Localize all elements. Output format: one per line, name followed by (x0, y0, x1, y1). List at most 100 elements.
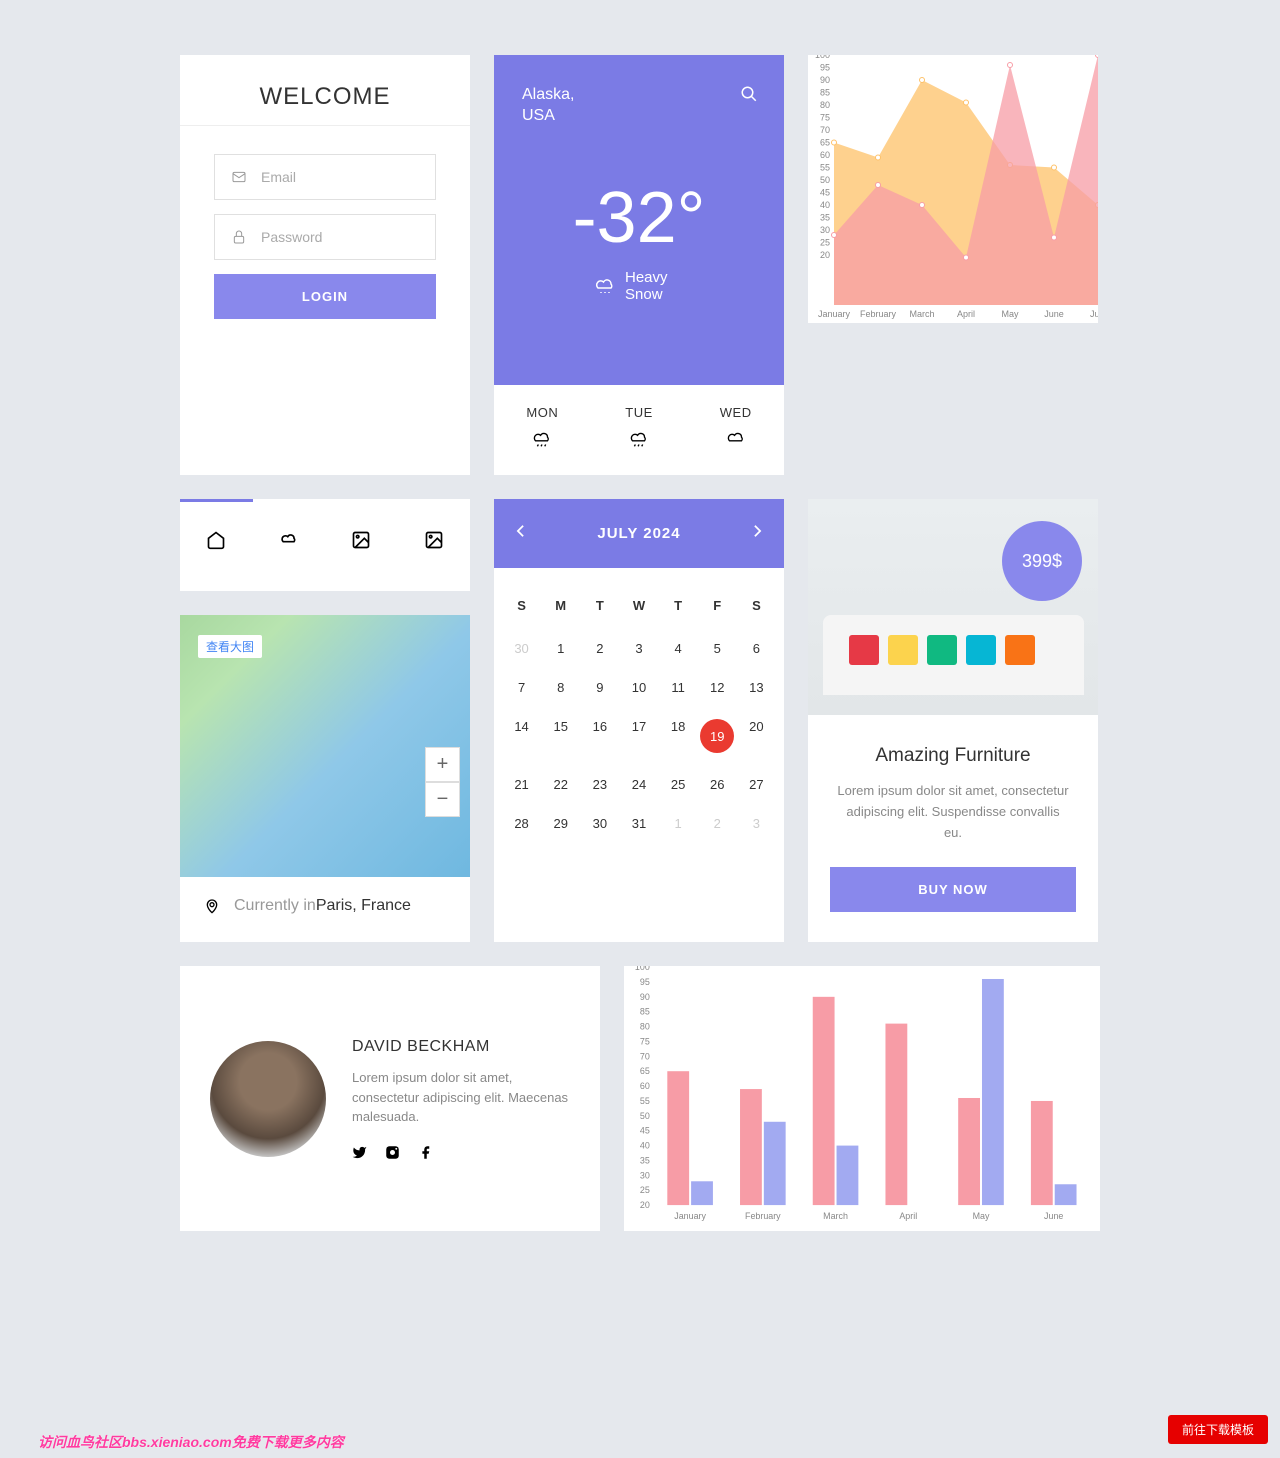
bar-chart-card: 10095908580757065605550454035302520Janua… (624, 966, 1100, 1231)
calendar-day[interactable]: 3 (737, 804, 776, 843)
tab-image-1[interactable] (325, 499, 398, 591)
forecast-row: MON TUE WED (494, 385, 784, 475)
calendar-day[interactable]: 8 (541, 668, 580, 707)
calendar-day[interactable]: 13 (737, 668, 776, 707)
calendar-day[interactable]: 9 (580, 668, 619, 707)
calendar-day[interactable]: 22 (541, 765, 580, 804)
facebook-icon[interactable] (418, 1145, 433, 1160)
calendar-day[interactable]: 28 (502, 804, 541, 843)
svg-text:April: April (899, 1211, 917, 1221)
rain-icon (628, 428, 650, 450)
calendar-day[interactable]: 11 (659, 668, 698, 707)
svg-text:May: May (973, 1211, 990, 1221)
calendar-day[interactable]: 27 (737, 765, 776, 804)
svg-text:50: 50 (820, 175, 830, 185)
buy-now-button[interactable]: BUY NOW (830, 867, 1076, 912)
rain-icon (531, 428, 553, 450)
password-field[interactable]: Password (214, 214, 436, 260)
svg-text:20: 20 (820, 250, 830, 260)
calendar-day[interactable]: 10 (619, 668, 658, 707)
calendar-day[interactable]: 14 (502, 707, 541, 765)
tab-cloud[interactable] (253, 499, 326, 591)
svg-text:85: 85 (640, 1007, 650, 1017)
calendar-day[interactable]: 3 (619, 629, 658, 668)
calendar-day[interactable]: 20 (737, 707, 776, 765)
svg-text:95: 95 (640, 977, 650, 987)
calendar-day[interactable]: 1 (541, 629, 580, 668)
map[interactable]: 查看大图 + − (180, 615, 470, 877)
calendar-day[interactable]: 19 (698, 707, 737, 765)
instagram-icon[interactable] (385, 1145, 400, 1160)
calendar-next[interactable] (753, 524, 762, 543)
map-card: 查看大图 + − Currently in Paris, France (180, 615, 470, 943)
calendar-prev[interactable] (516, 524, 525, 543)
svg-text:80: 80 (820, 100, 830, 110)
calendar-day[interactable]: 25 (659, 765, 698, 804)
svg-text:90: 90 (820, 75, 830, 85)
calendar-day[interactable]: 21 (502, 765, 541, 804)
svg-text:March: March (823, 1211, 848, 1221)
svg-text:60: 60 (820, 150, 830, 160)
calendar-day[interactable]: 26 (698, 765, 737, 804)
svg-text:40: 40 (640, 1141, 650, 1151)
search-icon (740, 85, 758, 103)
profile-desc: Lorem ipsum dolor sit amet, consectetur … (352, 1068, 570, 1127)
calendar-day[interactable]: 23 (580, 765, 619, 804)
svg-text:February: February (860, 309, 897, 319)
product-desc: Lorem ipsum dolor sit amet, consectetur … (830, 781, 1076, 843)
calendar-day[interactable]: 4 (659, 629, 698, 668)
tab-image-2[interactable] (398, 499, 471, 591)
calendar-day[interactable]: 18 (659, 707, 698, 765)
profile-card: DAVID BECKHAM Lorem ipsum dolor sit amet… (180, 966, 600, 1231)
temperature: -32° (522, 177, 756, 259)
download-template-button[interactable]: 前往下载模板 (1168, 1415, 1268, 1444)
calendar-day[interactable]: 30 (502, 629, 541, 668)
calendar-day[interactable]: 16 (580, 707, 619, 765)
twitter-icon[interactable] (352, 1145, 367, 1160)
calendar-day[interactable]: 5 (698, 629, 737, 668)
svg-text:65: 65 (820, 138, 830, 148)
calendar-day[interactable]: 24 (619, 765, 658, 804)
login-button[interactable]: LOGIN (214, 274, 436, 319)
calendar-day[interactable]: 7 (502, 668, 541, 707)
weather-location: Alaska, USA (522, 85, 756, 127)
calendar-day[interactable]: 2 (580, 629, 619, 668)
weather-search-button[interactable] (740, 85, 758, 108)
calendar-dow: M (541, 582, 580, 629)
calendar-day[interactable]: 2 (698, 804, 737, 843)
tab-home[interactable] (180, 499, 253, 591)
calendar-day[interactable]: 15 (541, 707, 580, 765)
area-chart: 10095908580757065605550454035302520Janua… (808, 55, 1098, 323)
svg-text:May: May (1001, 309, 1019, 319)
area-chart-card: 10095908580757065605550454035302520Janua… (808, 55, 1098, 323)
calendar-grid: SMTWTFS301234567891011121314151617181920… (494, 568, 784, 857)
bar-chart: 10095908580757065605550454035302520Janua… (624, 966, 1100, 1226)
snow-icon (593, 274, 617, 298)
svg-text:100: 100 (815, 55, 830, 60)
avatar (210, 1041, 326, 1157)
calendar-dow: S (737, 582, 776, 629)
calendar-day[interactable]: 30 (580, 804, 619, 843)
calendar-day[interactable]: 6 (737, 629, 776, 668)
lock-icon (231, 229, 247, 245)
password-placeholder: Password (261, 229, 322, 245)
sofa-graphic (823, 615, 1084, 695)
calendar-day[interactable]: 17 (619, 707, 658, 765)
calendar-day[interactable]: 29 (541, 804, 580, 843)
product-image: 399$ (808, 499, 1098, 715)
calendar-day[interactable]: 31 (619, 804, 658, 843)
calendar-day[interactable]: 1 (659, 804, 698, 843)
svg-text:65: 65 (640, 1067, 650, 1077)
location-value: Paris, France (316, 897, 411, 915)
map-view-large[interactable]: 查看大图 (198, 635, 262, 658)
pin-icon (204, 898, 220, 914)
zoom-in-button[interactable]: + (425, 747, 460, 782)
email-field[interactable]: Email (214, 154, 436, 200)
zoom-out-button[interactable]: − (425, 782, 460, 817)
login-title: WELCOME (180, 55, 470, 126)
svg-text:June: June (1044, 1211, 1063, 1221)
watermark-text: 访问血鸟社区bbs.xieniao.com免费下载更多内容 (38, 1432, 344, 1452)
calendar-day[interactable]: 12 (698, 668, 737, 707)
svg-text:July: July (1090, 309, 1098, 319)
calendar-card: JULY 2024 SMTWTFS30123456789101112131415… (494, 499, 784, 942)
